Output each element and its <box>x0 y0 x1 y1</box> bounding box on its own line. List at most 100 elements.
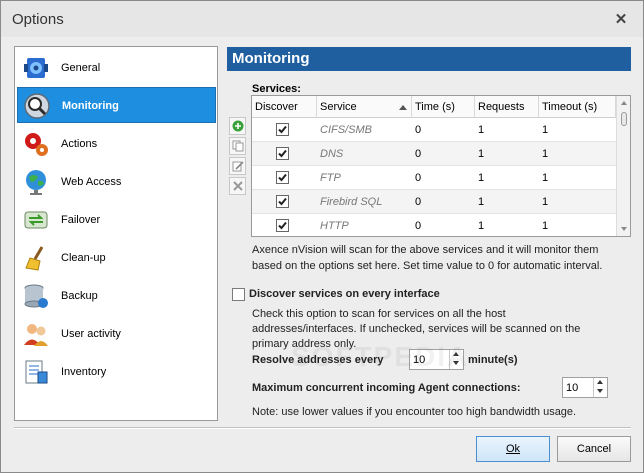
general-icon <box>24 58 48 78</box>
section-header: Monitoring <box>227 47 631 71</box>
title-bar: Options ✕ <box>1 1 643 37</box>
services-label: Services: <box>252 83 301 95</box>
nav-label: Monitoring <box>62 100 119 112</box>
database-icon <box>24 284 48 308</box>
discover-all-checkbox[interactable] <box>232 288 245 301</box>
nav-item-user-activity[interactable]: User activity <box>17 316 216 352</box>
discover-all-label[interactable]: Discover services on every interface <box>249 286 440 302</box>
scan-note-line-1: Axence nVision will scan for the above s… <box>252 244 599 256</box>
nav-item-inventory[interactable]: Inventory <box>17 354 216 390</box>
column-header-discover[interactable]: Discover <box>252 96 317 118</box>
table-row[interactable]: Firebird SQL 0 1 1 <box>252 190 616 214</box>
discover-checkbox[interactable] <box>276 195 289 208</box>
chevron-down-icon <box>453 361 459 365</box>
scroll-down-icon[interactable] <box>621 227 627 231</box>
discover-desc-line-1: Check this option to scan for services o… <box>252 308 506 320</box>
discover-checkbox[interactable] <box>276 147 289 160</box>
edit-service-button[interactable] <box>229 157 246 175</box>
nav-label: Inventory <box>61 366 107 378</box>
nav-label: Actions <box>61 138 98 150</box>
discover-checkbox[interactable] <box>276 171 289 184</box>
table-header: Discover Service Time (s) Requests Timeo… <box>252 96 616 118</box>
timeout-cell: 1 <box>542 148 549 160</box>
service-cell: FTP <box>320 172 341 184</box>
gears-icon <box>25 133 48 156</box>
window-title: Options <box>12 11 64 28</box>
max-connections-label: Maximum concurrent incoming Agent connec… <box>252 382 521 394</box>
nav-item-backup[interactable]: Backup <box>17 278 216 314</box>
resolve-label: Resolve addresses every <box>252 354 384 366</box>
ok-button-label: Ok <box>505 443 521 455</box>
time-cell: 0 <box>415 172 422 184</box>
requests-cell: 1 <box>478 148 485 160</box>
nav-label: Backup <box>61 290 98 302</box>
delete-service-button[interactable] <box>229 177 246 195</box>
table-row[interactable]: FTP 0 1 1 <box>252 166 616 190</box>
time-cell: 0 <box>415 148 422 160</box>
users-icon <box>24 324 48 346</box>
table-row[interactable]: CIFS/SMB 0 1 1 <box>252 118 616 142</box>
requests-cell: 1 <box>478 196 485 208</box>
ok-button[interactable]: Ok <box>476 436 550 462</box>
monitoring-icon <box>24 93 50 119</box>
increment-button[interactable] <box>594 378 607 387</box>
services-table: Discover Service Time (s) Requests Timeo… <box>251 95 631 237</box>
category-list: General Monitoring Actions Web Access Fa… <box>14 46 218 421</box>
inventory-icon <box>25 360 48 384</box>
close-icon[interactable]: ✕ <box>613 12 629 28</box>
timeout-cell: 1 <box>542 220 549 232</box>
cancel-button[interactable]: Cancel <box>557 436 631 462</box>
decrement-button[interactable] <box>594 387 607 396</box>
globe-icon <box>26 170 46 195</box>
section-title: Monitoring <box>232 50 310 67</box>
nav-label: Web Access <box>61 176 122 188</box>
nav-item-clean-up[interactable]: Clean-up <box>17 240 216 276</box>
increment-button[interactable] <box>450 350 463 359</box>
resolve-interval-input[interactable] <box>413 352 447 367</box>
max-connections-stepper[interactable] <box>562 377 608 398</box>
copy-icon <box>232 140 244 152</box>
scan-note-line-2: based on the options set here. Set time … <box>252 260 603 272</box>
scroll-thumb[interactable] <box>621 112 627 126</box>
service-cell: HTTP <box>320 220 349 232</box>
resolve-interval-stepper[interactable] <box>409 349 464 370</box>
scroll-up-icon[interactable] <box>621 101 627 105</box>
chevron-up-icon <box>597 380 603 384</box>
sort-ascending-icon <box>399 105 407 110</box>
stepper-buttons <box>593 378 607 397</box>
column-header-service[interactable]: Service <box>317 96 412 118</box>
column-header-time[interactable]: Time (s) <box>412 96 475 118</box>
column-header-timeout[interactable]: Timeout (s) <box>539 96 616 118</box>
service-cell: DNS <box>320 148 344 160</box>
add-service-button[interactable] <box>229 117 246 135</box>
decrement-button[interactable] <box>450 359 463 368</box>
copy-service-button[interactable] <box>229 137 246 155</box>
nav-item-monitoring[interactable]: Monitoring <box>17 87 216 123</box>
max-connections-input[interactable] <box>566 380 592 395</box>
stepper-buttons <box>449 350 463 369</box>
requests-cell: 1 <box>478 220 485 232</box>
delete-icon <box>233 181 243 191</box>
timeout-cell: 1 <box>542 124 549 136</box>
cancel-button-label: Cancel <box>576 443 612 455</box>
time-cell: 0 <box>415 124 422 136</box>
table-scrollbar[interactable] <box>616 96 630 236</box>
discover-checkbox[interactable] <box>276 219 289 232</box>
nav-item-web-access[interactable]: Web Access <box>17 164 216 200</box>
table-row[interactable]: HTTP 0 1 1 <box>252 214 616 236</box>
nav-item-failover[interactable]: Failover <box>17 202 216 238</box>
table-row[interactable]: DNS 0 1 1 <box>252 142 616 166</box>
service-cell: CIFS/SMB <box>320 124 372 136</box>
nav-item-actions[interactable]: Actions <box>17 126 216 162</box>
timeout-cell: 1 <box>542 172 549 184</box>
column-header-requests[interactable]: Requests <box>475 96 539 118</box>
discover-checkbox[interactable] <box>276 123 289 136</box>
resolve-unit: minute(s) <box>468 354 518 366</box>
bandwidth-note: Note: use lower values if you encounter … <box>252 406 577 418</box>
requests-cell: 1 <box>478 172 485 184</box>
discover-desc-line-3: primary address only. <box>252 338 357 350</box>
nav-item-general[interactable]: General <box>17 50 216 86</box>
time-cell: 0 <box>415 196 422 208</box>
column-header-label: Service <box>320 101 357 113</box>
nav-label: Clean-up <box>61 252 106 264</box>
